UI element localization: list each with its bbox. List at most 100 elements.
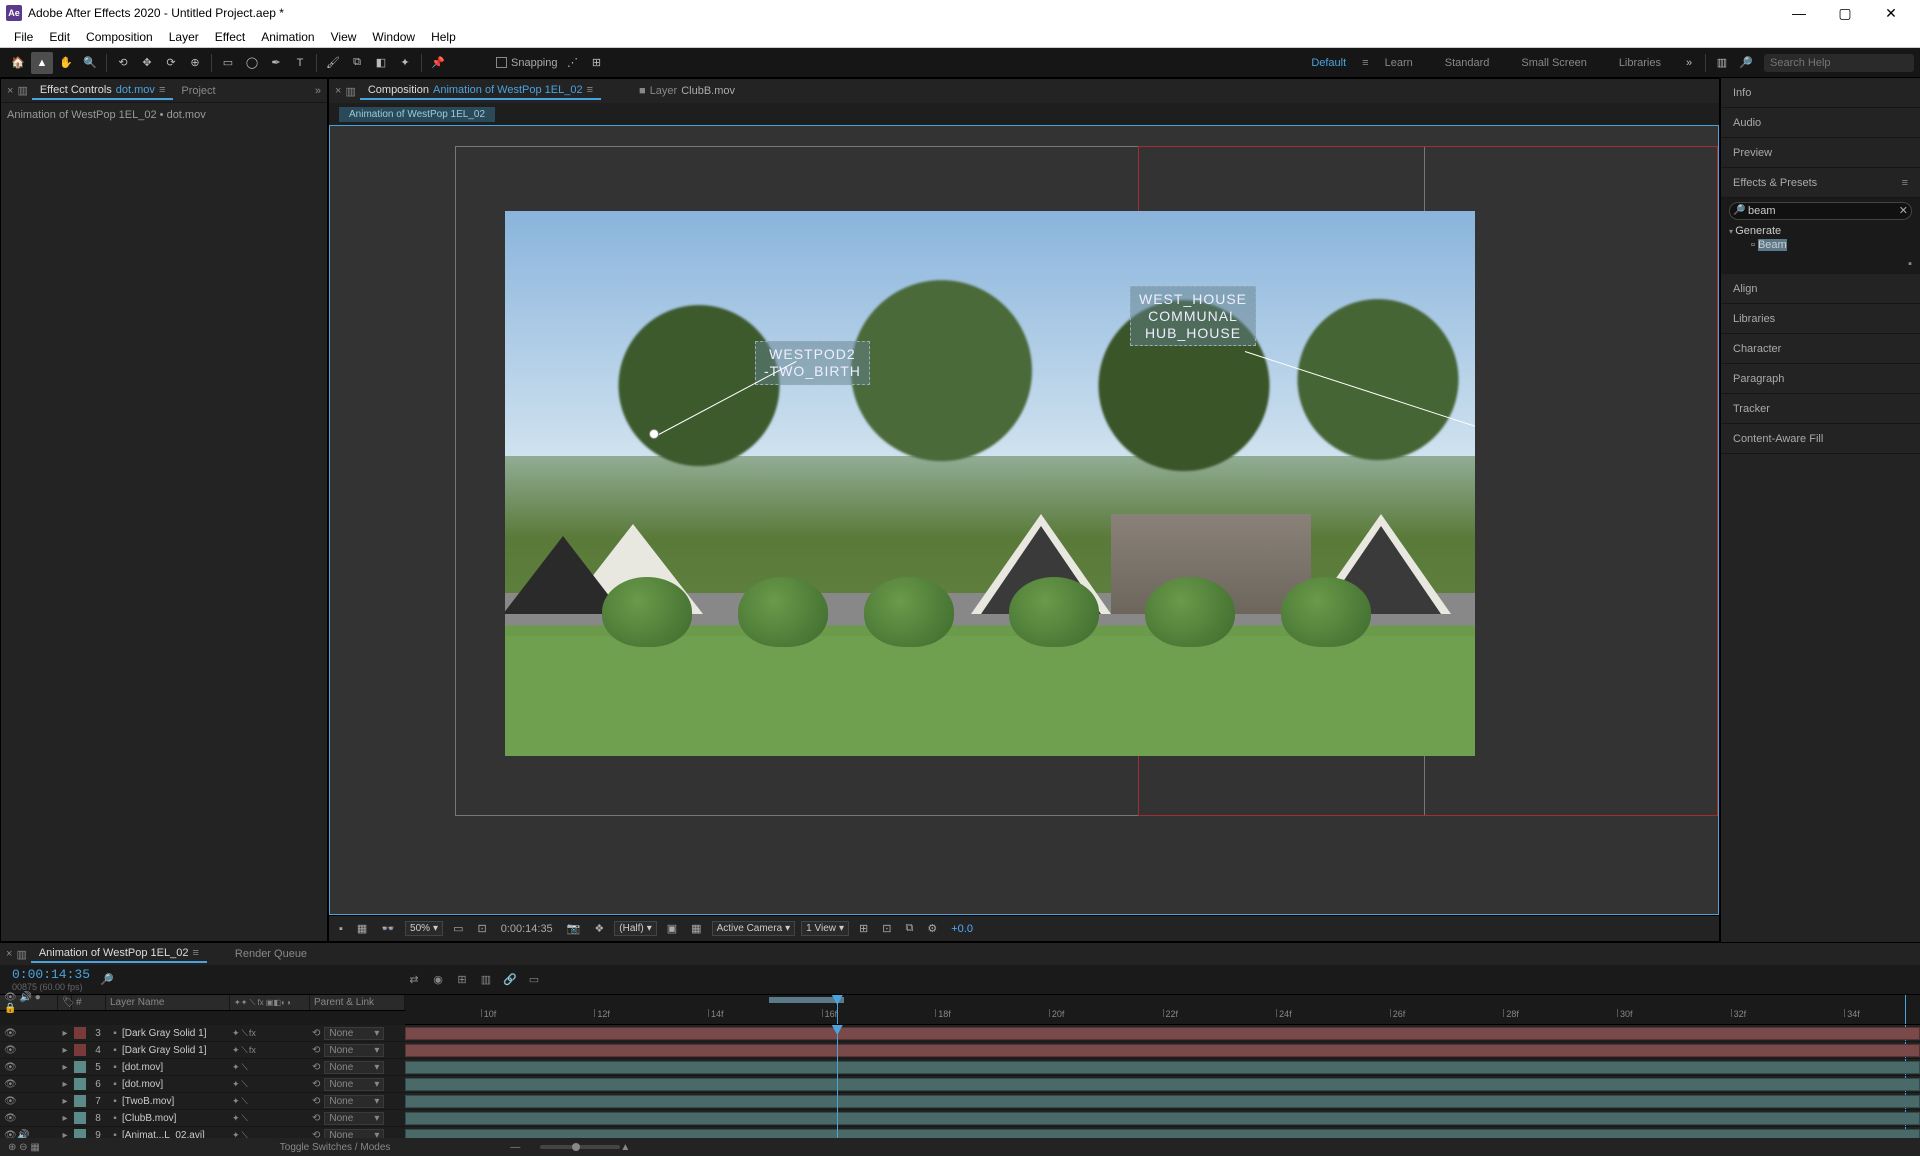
clear-search-icon[interactable]: ✕ bbox=[1899, 204, 1908, 217]
zoom-tool[interactable]: 🔍 bbox=[79, 52, 101, 74]
callout-westpod[interactable]: WESTPOD2 -TWO_BIRTH bbox=[755, 341, 870, 385]
shape-ellipse-tool[interactable]: ◯ bbox=[241, 52, 263, 74]
type-tool[interactable]: T bbox=[289, 52, 311, 74]
snap-grid-icon[interactable]: ⊞ bbox=[586, 52, 608, 74]
vf-icon-d[interactable]: ⚙ bbox=[923, 922, 941, 935]
panel-audio[interactable]: Audio bbox=[1721, 108, 1920, 138]
tab-effect-controls[interactable]: Effect Controls dot.mov ≡ bbox=[32, 82, 174, 100]
layer-row[interactable]: 👁▸8▪[ClubB.mov]✦⟍⟲None ▾ bbox=[0, 1110, 405, 1127]
composition-viewer[interactable]: WESTPOD2 -TWO_BIRTH WEST_HOUSE COMMUNAL … bbox=[329, 125, 1719, 915]
track[interactable] bbox=[405, 1042, 1920, 1059]
effects-search-input[interactable] bbox=[1729, 202, 1912, 220]
workspace-small-screen[interactable]: Small Screen bbox=[1505, 48, 1602, 78]
timeline-zoom-slider[interactable] bbox=[540, 1145, 620, 1149]
maximize-button[interactable]: ▢ bbox=[1822, 0, 1868, 26]
panel-align[interactable]: Align bbox=[1721, 274, 1920, 304]
timeline-tab[interactable]: Animation of WestPop 1EL_02 ≡ bbox=[31, 945, 207, 963]
workspace-libraries[interactable]: Libraries bbox=[1603, 48, 1677, 78]
snapshot-icon[interactable]: 📷 bbox=[563, 922, 585, 935]
menu-window[interactable]: Window bbox=[364, 28, 423, 46]
camera-dropdown[interactable]: Active Camera ▾ bbox=[712, 921, 796, 936]
tl-tool-4[interactable]: ▥ bbox=[477, 973, 495, 986]
minimize-button[interactable]: ― bbox=[1776, 0, 1822, 26]
transparency-icon[interactable]: ▦ bbox=[687, 922, 705, 935]
track[interactable] bbox=[405, 1025, 1920, 1042]
layer-row[interactable]: 👁▸4▪[Dark Gray Solid 1]✦⟍fx⟲None ▾ bbox=[0, 1042, 405, 1059]
timeline-search-icon[interactable]: 🔎 bbox=[100, 973, 114, 986]
menu-file[interactable]: File bbox=[6, 28, 41, 46]
magnify-icon[interactable]: ▪ bbox=[335, 923, 347, 935]
resolution-dropdown[interactable]: (Half) ▾ bbox=[614, 921, 656, 936]
puppet-tool[interactable]: 📌 bbox=[427, 52, 449, 74]
close-timeline-tab[interactable]: × bbox=[6, 948, 12, 960]
render-queue-tab[interactable]: Render Queue bbox=[227, 946, 315, 962]
layer-row[interactable]: 👁▸7▪[TwoB.mov]✦⟍⟲None ▾ bbox=[0, 1093, 405, 1110]
zoom-dropdown[interactable]: 50% ▾ bbox=[405, 921, 443, 936]
menu-edit[interactable]: Edit bbox=[41, 28, 78, 46]
layer-row[interactable]: 👁▸3▪[Dark Gray Solid 1]✦⟍fx⟲None ▾ bbox=[0, 1025, 405, 1042]
workspace-default[interactable]: Default bbox=[1295, 48, 1362, 78]
effects-category[interactable]: Generate bbox=[1729, 224, 1912, 238]
views-dropdown[interactable]: 1 View ▾ bbox=[801, 921, 849, 936]
workspace-learn[interactable]: Learn bbox=[1369, 48, 1429, 78]
clone-tool[interactable]: ⧉ bbox=[346, 52, 368, 74]
help-search-input[interactable] bbox=[1764, 54, 1914, 72]
tl-tool-1[interactable]: ⇄ bbox=[405, 973, 423, 986]
effects-item-beam[interactable]: ▫ Beam bbox=[1729, 238, 1912, 252]
col-parent[interactable]: Parent & Link bbox=[310, 995, 405, 1010]
panel-info[interactable]: Info bbox=[1721, 78, 1920, 108]
toggle-switches-modes[interactable]: Toggle Switches / Modes bbox=[280, 1142, 391, 1153]
close-panel-icon[interactable]: × bbox=[7, 85, 13, 97]
menu-layer[interactable]: Layer bbox=[161, 28, 207, 46]
panel-overflow-icon[interactable]: » bbox=[315, 85, 321, 97]
hand-tool[interactable]: ✋ bbox=[55, 52, 77, 74]
res-icon[interactable]: ▭ bbox=[449, 922, 467, 935]
new-bin-icon[interactable]: ▪ bbox=[1729, 258, 1912, 270]
track[interactable] bbox=[405, 1059, 1920, 1076]
exposure-value[interactable]: +0.0 bbox=[947, 923, 977, 935]
snapping-toggle[interactable]: Snapping bbox=[496, 57, 558, 69]
panel-character[interactable]: Character bbox=[1721, 334, 1920, 364]
rotate-tool[interactable]: ⟳ bbox=[160, 52, 182, 74]
tab-composition[interactable]: Composition Animation of WestPop 1EL_02 … bbox=[360, 82, 601, 100]
current-time[interactable]: 0:00:14:35 00875 (60.00 fps) bbox=[0, 967, 90, 992]
menu-help[interactable]: Help bbox=[423, 28, 464, 46]
timecode-display[interactable]: 0:00:14:35 bbox=[497, 923, 557, 935]
toolbar-panel-icon[interactable]: ▥ bbox=[1711, 52, 1733, 74]
panel-content-aware-fill[interactable]: Content-Aware Fill bbox=[1721, 424, 1920, 454]
layer-row[interactable]: 👁▸5▪[dot.mov]✦⟍⟲None ▾ bbox=[0, 1059, 405, 1076]
color-icon[interactable]: ❖ bbox=[590, 922, 608, 935]
time-ruler[interactable]: 10f 12f 14f 16f 18f 20f 22f 24f 26f 28f … bbox=[405, 995, 1920, 1025]
tl-tool-6[interactable]: ▭ bbox=[525, 973, 543, 986]
pan-behind-tool[interactable]: ✥ bbox=[136, 52, 158, 74]
tl-tool-3[interactable]: ⊞ bbox=[453, 973, 471, 986]
brush-tool[interactable]: 🖌 bbox=[322, 52, 344, 74]
vf-icon-a[interactable]: ⊞ bbox=[855, 922, 872, 935]
track[interactable] bbox=[405, 1093, 1920, 1110]
track[interactable] bbox=[405, 1127, 1920, 1138]
roto-tool[interactable]: ✦ bbox=[394, 52, 416, 74]
tab-layer[interactable]: ■ Layer ClubB.mov bbox=[631, 83, 743, 99]
channel-icon[interactable]: ⊡ bbox=[473, 922, 490, 935]
snap-opts-icon[interactable]: ⋰ bbox=[562, 52, 584, 74]
callout-westhouse[interactable]: WEST_HOUSE COMMUNAL HUB_HOUSE bbox=[1130, 286, 1256, 346]
tl-tool-5[interactable]: 🔗 bbox=[501, 973, 519, 986]
menu-effect[interactable]: Effect bbox=[207, 28, 253, 46]
track-area[interactable] bbox=[405, 1025, 1920, 1138]
layer-row[interactable]: 👁▸6▪[dot.mov]✦⟍⟲None ▾ bbox=[0, 1076, 405, 1093]
pen-tool[interactable]: ✒ bbox=[265, 52, 287, 74]
grid-icon[interactable]: ▦ bbox=[353, 922, 371, 935]
workspace-standard[interactable]: Standard bbox=[1429, 48, 1506, 78]
eraser-tool[interactable]: ◧ bbox=[370, 52, 392, 74]
home-button[interactable]: 🏠 bbox=[7, 52, 29, 74]
playhead[interactable] bbox=[837, 995, 838, 1024]
vf-icon-c[interactable]: ⧉ bbox=[901, 922, 917, 935]
track[interactable] bbox=[405, 1076, 1920, 1093]
panel-preview[interactable]: Preview bbox=[1721, 138, 1920, 168]
vf-icon-b[interactable]: ⊡ bbox=[878, 922, 895, 935]
mask-icon[interactable]: 👓 bbox=[377, 922, 399, 935]
tl-foot-icon-1[interactable]: ⊕ ⊖ ▦ bbox=[0, 1142, 40, 1153]
workspace-more[interactable]: » bbox=[1678, 52, 1700, 74]
region-icon[interactable]: ▣ bbox=[663, 922, 681, 935]
zoom-out-icon[interactable]: ― bbox=[510, 1142, 520, 1153]
